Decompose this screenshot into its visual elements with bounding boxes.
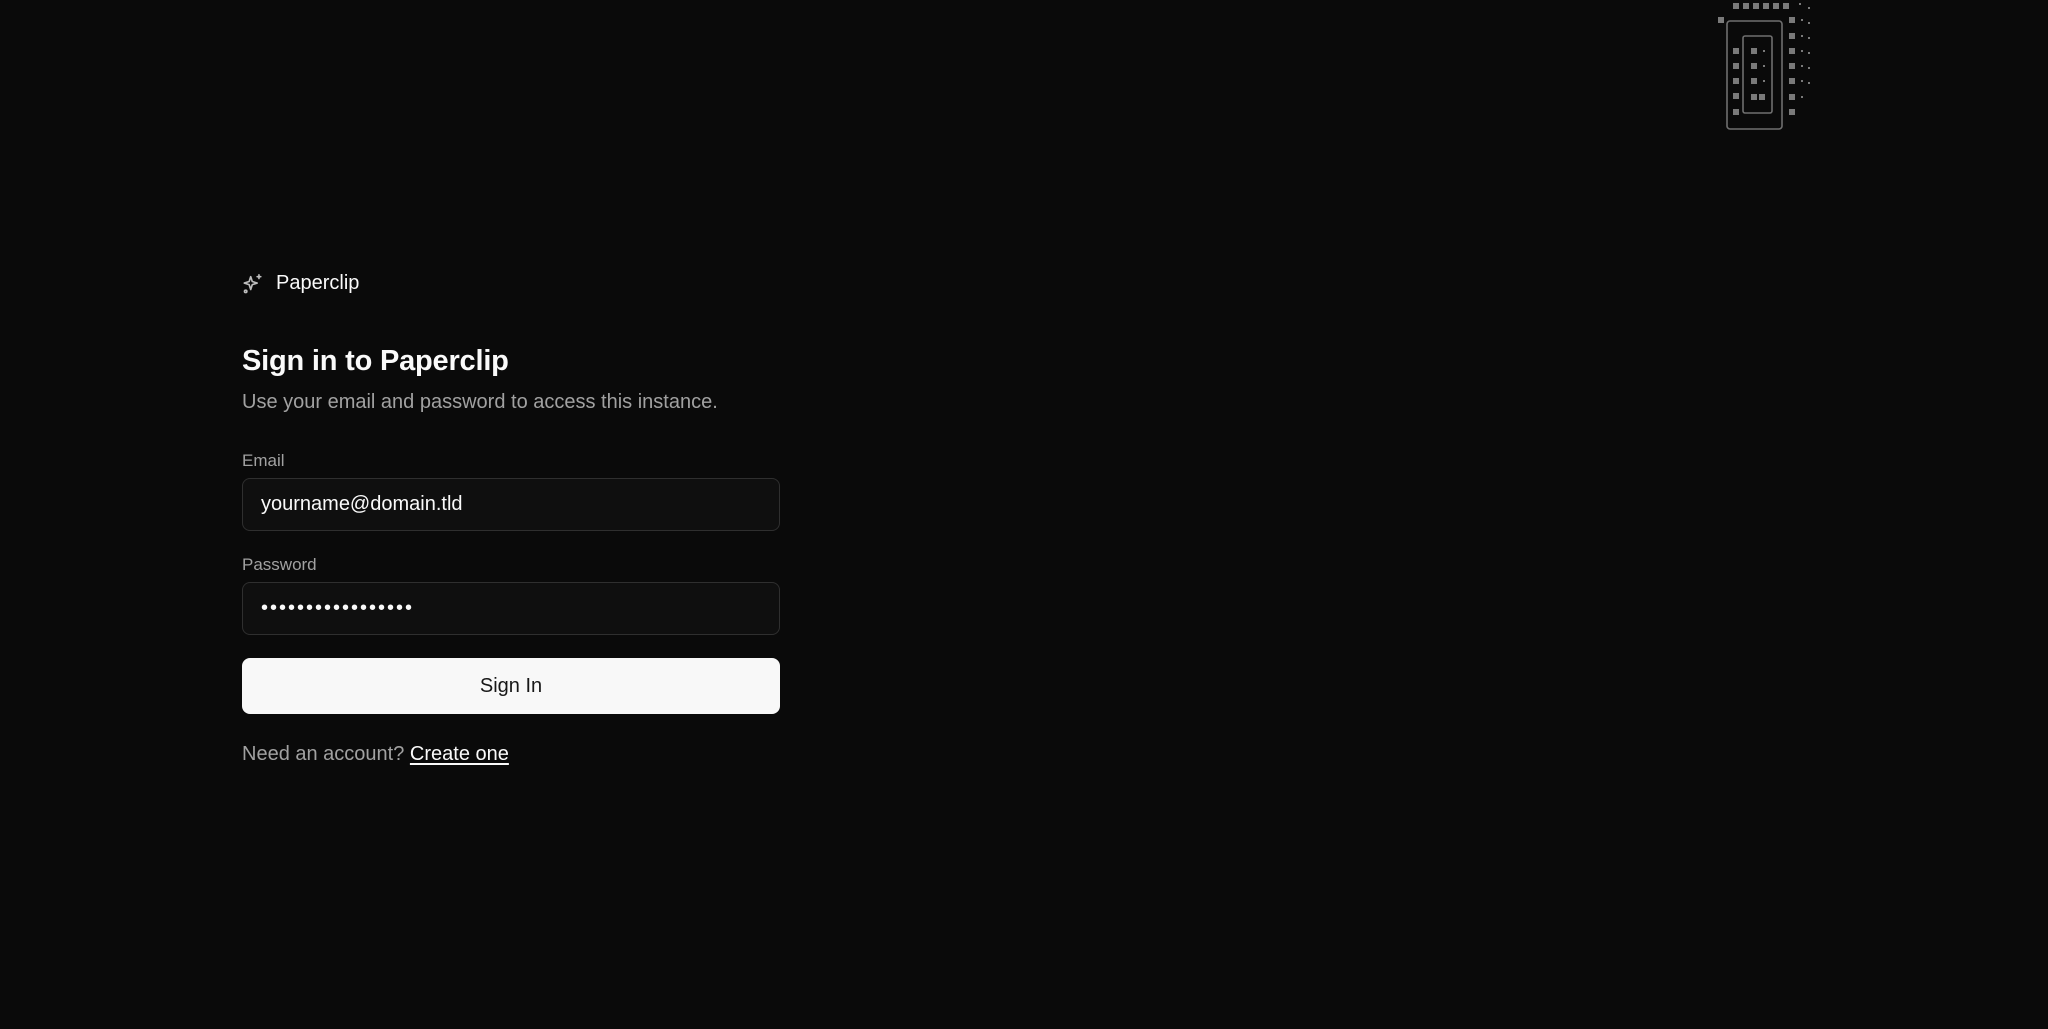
page-title: Sign in to Paperclip xyxy=(242,345,509,377)
password-label: Password xyxy=(242,555,317,574)
create-account-prompt: Need an account? xyxy=(242,743,405,765)
page-subtitle: Use your email and password to access th… xyxy=(242,391,718,413)
sign-in-page: Paperclip Sign in to Paperclip Use your … xyxy=(0,0,2048,1029)
sign-in-button[interactable]: Sign In xyxy=(242,658,780,714)
sparkles-icon xyxy=(242,273,264,295)
create-account-line: Need an account? Create one xyxy=(242,743,509,766)
password-field[interactable] xyxy=(242,582,780,635)
building-illustration xyxy=(1716,0,1816,137)
brand-name: Paperclip xyxy=(276,272,360,294)
email-label: Email xyxy=(242,451,285,470)
create-account-link[interactable]: Create one xyxy=(410,743,509,765)
brand: Paperclip xyxy=(242,272,359,295)
email-field[interactable] xyxy=(242,478,780,531)
